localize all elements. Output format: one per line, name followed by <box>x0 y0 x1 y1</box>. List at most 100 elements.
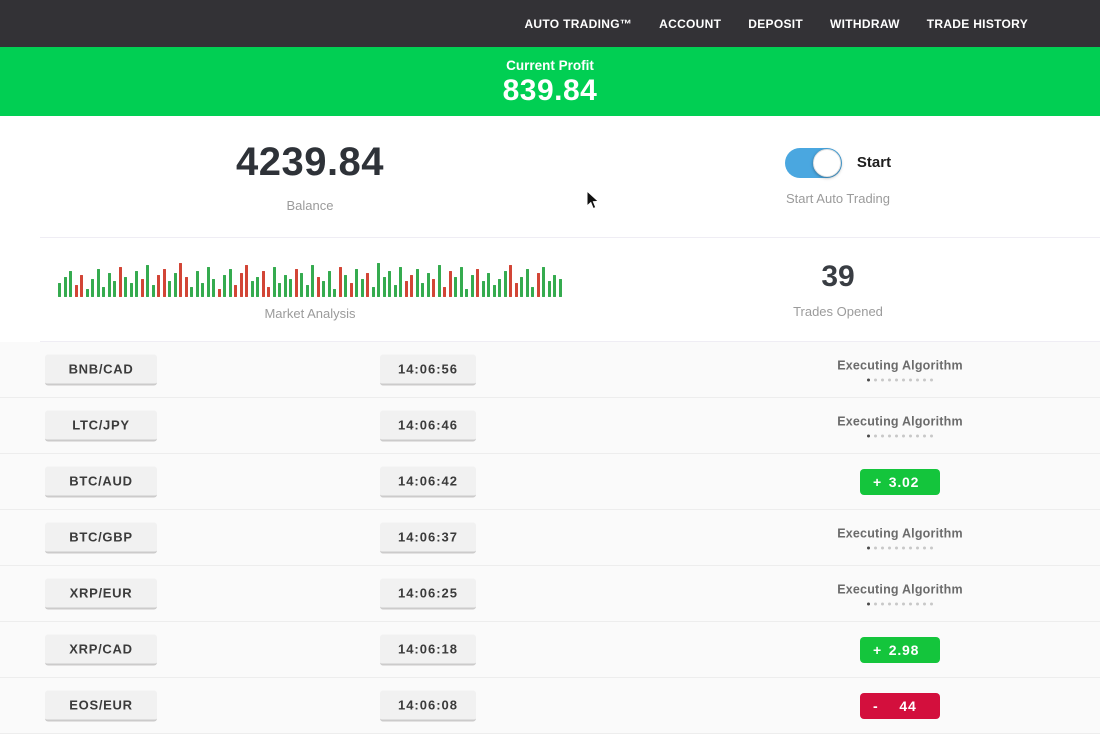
market-bar <box>212 279 215 297</box>
market-bar <box>515 283 518 297</box>
auto-trading-toggle[interactable] <box>785 148 842 178</box>
progress-dot <box>888 602 891 605</box>
trade-pair-label: XRP/CAD <box>45 634 157 665</box>
market-bar <box>168 281 171 297</box>
nav-item-deposit[interactable]: DEPOSIT <box>748 17 803 31</box>
executing-label: Executing Algorithm <box>820 414 980 428</box>
market-bar <box>273 267 276 297</box>
market-bar <box>504 271 507 297</box>
trade-status: -44 <box>820 693 980 719</box>
market-bar <box>460 267 463 297</box>
market-bar <box>548 281 551 297</box>
balance-value: 4239.84 <box>236 140 384 185</box>
market-bar <box>119 267 122 297</box>
progress-dot <box>867 546 870 549</box>
executing-label: Executing Algorithm <box>820 358 980 372</box>
market-bar <box>135 271 138 297</box>
badge-sign: + <box>873 637 882 663</box>
market-bar <box>399 267 402 297</box>
trade-row: BTC/AUD 14:06:42 +3.02 <box>0 454 1100 510</box>
trade-pair-label: LTC/JPY <box>45 410 157 441</box>
market-bar <box>542 267 545 297</box>
trade-time-label: 14:06:42 <box>380 466 476 497</box>
nav-item-auto-trading[interactable]: AUTO TRADING™ <box>524 17 632 31</box>
market-bar <box>207 267 210 297</box>
trade-row: XRP/EUR 14:06:25 Executing Algorithm <box>0 566 1100 622</box>
market-bar <box>377 263 380 297</box>
progress-dot <box>874 546 877 549</box>
progress-dot <box>888 378 891 381</box>
progress-dot <box>902 546 905 549</box>
progress-dots <box>820 602 980 605</box>
market-bar <box>196 271 199 297</box>
market-bar <box>86 289 89 297</box>
market-bar <box>69 271 72 297</box>
badge-sign: + <box>873 469 882 495</box>
market-bar <box>372 287 375 297</box>
trade-row: BTC/GBP 14:06:37 Executing Algorithm <box>0 510 1100 566</box>
market-bar <box>190 287 193 297</box>
market-bar <box>438 265 441 297</box>
stats-row-top: 4239.84 Balance Start Start Auto Trading <box>0 116 1100 237</box>
trades-opened-value: 39 <box>821 260 854 294</box>
progress-dot <box>867 434 870 437</box>
nav-item-withdraw[interactable]: WITHDRAW <box>830 17 900 31</box>
progress-dot <box>923 378 926 381</box>
trade-row: LTC/JPY 14:06:46 Executing Algorithm <box>0 398 1100 454</box>
market-analysis-caption: Market Analysis <box>264 306 355 321</box>
market-bar <box>58 283 61 297</box>
loss-badge: -44 <box>860 693 940 719</box>
profit-badge: +2.98 <box>860 637 940 663</box>
market-bar <box>278 283 281 297</box>
market-bar <box>482 281 485 297</box>
progress-dot <box>881 546 884 549</box>
auto-trading-toggle-wrap: Start <box>785 148 891 178</box>
market-bar <box>108 273 111 297</box>
market-bar <box>262 271 265 297</box>
trade-pair-label: BNB/CAD <box>45 354 157 385</box>
progress-dots <box>820 546 980 549</box>
trade-row: EOS/EUR 14:06:08 -44 <box>0 678 1100 734</box>
trades-opened-block: 39 Trades Opened <box>620 238 1100 341</box>
progress-dot <box>874 602 877 605</box>
stats-row-bottom: Market Analysis 39 Trades Opened <box>0 238 1100 341</box>
executing-label: Executing Algorithm <box>820 526 980 540</box>
market-bar <box>333 289 336 297</box>
market-bar <box>223 275 226 297</box>
market-bar <box>163 269 166 297</box>
trade-status: +2.98 <box>820 637 980 663</box>
nav-item-trade-history[interactable]: TRADE HISTORY <box>927 17 1028 31</box>
progress-dot <box>916 602 919 605</box>
market-bar <box>218 289 221 297</box>
market-bar <box>443 287 446 297</box>
market-bar <box>449 271 452 297</box>
progress-dots <box>820 434 980 437</box>
progress-dot <box>916 434 919 437</box>
profit-banner: Current Profit 839.84 <box>0 47 1100 116</box>
trade-time-label: 14:06:37 <box>380 522 476 553</box>
market-bar <box>471 275 474 297</box>
progress-dot <box>930 602 933 605</box>
market-bar <box>520 277 523 297</box>
market-bar <box>64 277 67 297</box>
trade-status: Executing Algorithm <box>820 582 980 605</box>
market-analysis-chart <box>58 259 562 297</box>
progress-dot <box>902 434 905 437</box>
market-bar <box>102 287 105 297</box>
progress-dot <box>930 434 933 437</box>
market-bar <box>251 281 254 297</box>
nav-item-account[interactable]: ACCOUNT <box>659 17 721 31</box>
progress-dot <box>895 546 898 549</box>
market-bar <box>487 273 490 297</box>
progress-dot <box>874 378 877 381</box>
market-bar <box>306 285 309 297</box>
market-bar <box>432 279 435 297</box>
market-bar <box>498 279 501 297</box>
progress-dot <box>923 434 926 437</box>
market-bar <box>113 281 116 297</box>
progress-dot <box>902 378 905 381</box>
trade-pair-label: BTC/AUD <box>45 466 157 497</box>
progress-dot <box>916 546 919 549</box>
market-bar <box>289 279 292 297</box>
market-bar <box>75 285 78 297</box>
